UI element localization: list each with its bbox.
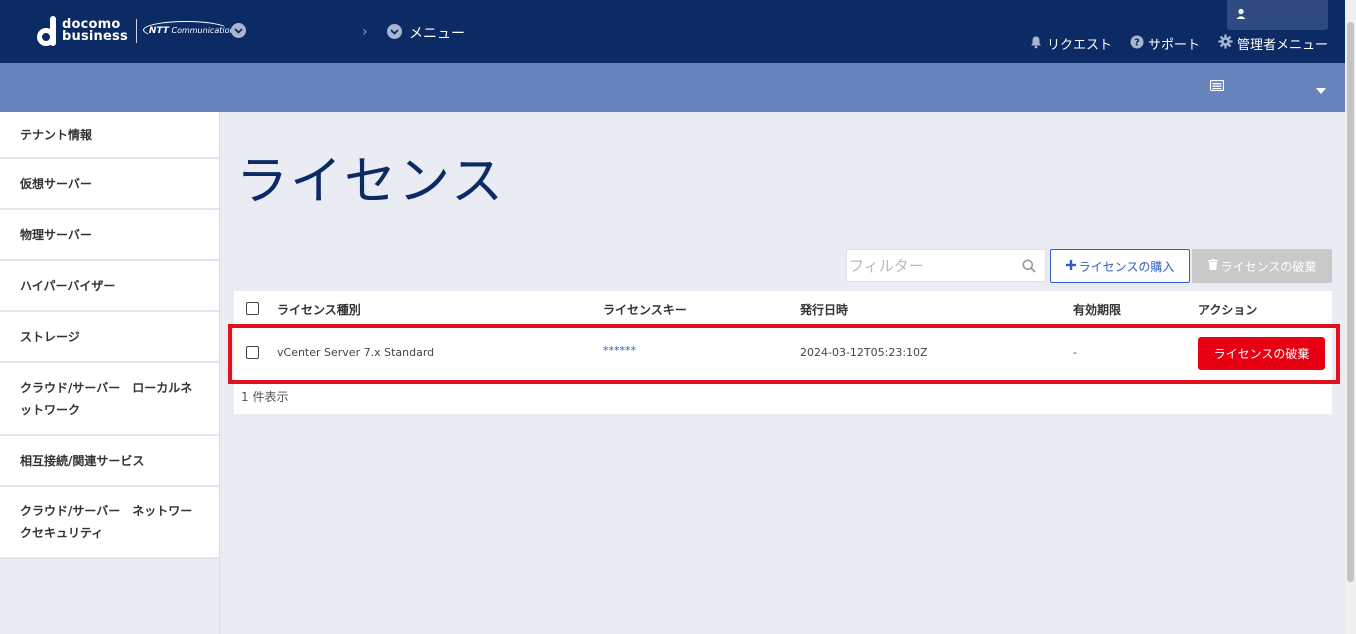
- trash-icon: [1207, 259, 1218, 273]
- caret-down-icon[interactable]: [1316, 79, 1326, 98]
- sidebar-item-interconnect[interactable]: 相互接続/関連サービス: [0, 436, 219, 487]
- ntt-communications-logo: NTT Communications: [142, 21, 243, 39]
- question-circle-icon: ?: [1130, 35, 1144, 53]
- user-icon: [1235, 5, 1247, 24]
- search-icon[interactable]: [1022, 258, 1036, 277]
- docomo-d-icon: [36, 16, 58, 46]
- column-header-issued: 発行日時: [800, 303, 849, 317]
- table-row: vCenter Server 7.x Standard ****** 2024-…: [234, 329, 1332, 377]
- support-link[interactable]: ? サポート: [1130, 34, 1200, 53]
- sidebar: テナント情報 仮想サーバー 物理サーバー ハイパーバイザー ストレージ クラウド…: [0, 112, 220, 634]
- column-header-type: ライセンス種別: [277, 303, 361, 317]
- request-label: リクエスト: [1046, 38, 1112, 53]
- license-table: ライセンス種別 ライセンスキー 発行日時 有効期限 アクション vCenter …: [234, 291, 1332, 414]
- column-header-action: アクション: [1198, 303, 1258, 317]
- sidebar-item-local-network[interactable]: クラウド/サーバー ローカルネットワーク: [0, 363, 219, 436]
- sidebar-item-hypervisor[interactable]: ハイパーバイザー: [0, 261, 219, 312]
- cell-expiry: -: [1073, 346, 1077, 359]
- keyboard-icon[interactable]: [1209, 76, 1225, 95]
- filter-box: [846, 249, 1046, 282]
- breadcrumb-separator-icon: ›: [362, 24, 368, 40]
- plus-icon: [1065, 259, 1076, 273]
- result-count: 1 件表示: [241, 390, 289, 404]
- cell-issued-date: 2024-03-12T05:23:10Z: [800, 346, 928, 359]
- buy-license-button[interactable]: ライセンスの購入: [1050, 249, 1190, 283]
- row-checkbox[interactable]: [246, 346, 259, 359]
- sidebar-item-tenant-info[interactable]: テナント情報: [0, 112, 219, 159]
- gear-icon: [1218, 34, 1233, 53]
- request-link[interactable]: リクエスト: [1029, 34, 1112, 53]
- top-header: docomo business NTT Communications › メニュ…: [0, 0, 1356, 63]
- user-account-button[interactable]: [1227, 0, 1328, 30]
- menu-dropdown-chevron-icon[interactable]: [387, 24, 402, 39]
- discard-license-label: ライセンスの破棄: [1213, 347, 1310, 361]
- vertical-scrollbar[interactable]: [1345, 0, 1356, 634]
- sub-header-bar: [0, 63, 1345, 112]
- column-header-key: ライセンスキー: [603, 303, 687, 317]
- page-title: ライセンス: [236, 152, 505, 212]
- sidebar-item-network-security[interactable]: クラウド/サーバー ネットワークセキュリティ: [0, 487, 219, 559]
- discard-license-button[interactable]: ライセンスの破棄: [1198, 337, 1325, 370]
- docomo-business-logo[interactable]: docomo business NTT Communications: [36, 16, 243, 46]
- sidebar-item-storage[interactable]: ストレージ: [0, 312, 219, 363]
- cell-license-type: vCenter Server 7.x Standard: [277, 346, 435, 359]
- support-label: サポート: [1147, 38, 1200, 53]
- buy-license-label: ライセンスの購入: [1078, 259, 1175, 274]
- scrollbar-thumb[interactable]: [1347, 22, 1354, 582]
- breadcrumb-menu[interactable]: メニュー: [409, 23, 465, 43]
- svg-text:?: ?: [1134, 37, 1140, 48]
- column-header-expiry: 有効期限: [1073, 303, 1122, 317]
- cell-license-key: ******: [603, 344, 636, 357]
- admin-menu-label: 管理者メニュー: [1236, 38, 1328, 53]
- discard-license-button-disabled[interactable]: ライセンスの破棄: [1192, 249, 1332, 283]
- tenant-dropdown-chevron-icon[interactable]: [231, 23, 246, 38]
- logo-text: docomo business: [62, 17, 128, 44]
- sidebar-item-physical-server[interactable]: 物理サーバー: [0, 210, 219, 261]
- select-all-checkbox[interactable]: [246, 302, 259, 315]
- admin-menu-link[interactable]: 管理者メニュー: [1218, 34, 1328, 53]
- table-header: ライセンス種別 ライセンスキー 発行日時 有効期限 アクション: [234, 291, 1332, 325]
- logo-separator: [135, 19, 137, 43]
- bell-icon: [1029, 35, 1043, 53]
- filter-input[interactable]: [847, 250, 1017, 281]
- discard-license-top-label: ライセンスの破棄: [1220, 259, 1317, 274]
- header-links: リクエスト ? サポート 管理者メニュー: [1029, 34, 1328, 53]
- sidebar-item-virtual-server[interactable]: 仮想サーバー: [0, 159, 219, 210]
